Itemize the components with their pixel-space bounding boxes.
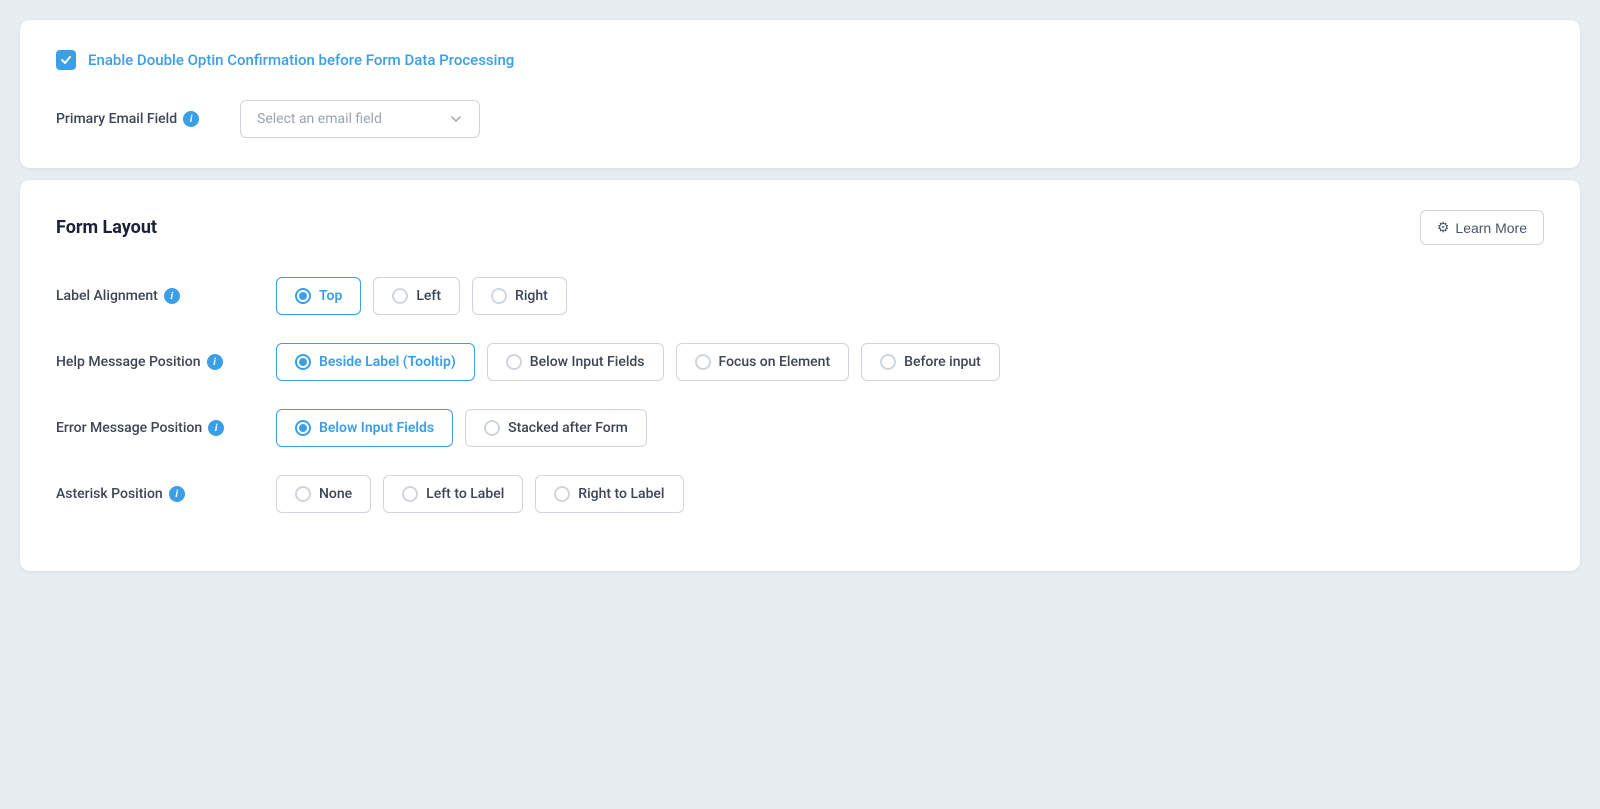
help-message-info-icon[interactable]: i <box>207 354 223 370</box>
radio-stacked-circle <box>484 420 500 436</box>
help-msg-beside-label[interactable]: Beside Label (Tooltip) <box>276 343 475 381</box>
double-optin-checkbox[interactable] <box>56 50 76 70</box>
chevron-down-icon <box>449 112 463 126</box>
radio-right-circle <box>491 288 507 304</box>
label-alignment-right[interactable]: Right <box>472 277 567 315</box>
error-message-options: Below Input Fields Stacked after Form <box>276 409 647 447</box>
help-message-options: Beside Label (Tooltip) Below Input Field… <box>276 343 1000 381</box>
radio-below-input-circle <box>506 354 522 370</box>
help-message-label: Help Message Position i <box>56 354 256 370</box>
primary-email-row: Primary Email Field i Select an email fi… <box>56 100 1544 138</box>
learn-more-button[interactable]: ⚙ Learn More <box>1420 210 1544 245</box>
radio-focus-circle <box>695 354 711 370</box>
form-layout-card: Form Layout ⚙ Learn More Label Alignment… <box>20 180 1580 571</box>
primary-email-label: Primary Email Field i <box>56 111 216 127</box>
asterisk-left-to-label[interactable]: Left to Label <box>383 475 523 513</box>
radio-none-circle <box>295 486 311 502</box>
error-message-info-icon[interactable]: i <box>208 420 224 436</box>
email-field-select[interactable]: Select an email field <box>240 100 480 138</box>
asterisk-none[interactable]: None <box>276 475 371 513</box>
label-alignment-top[interactable]: Top <box>276 277 361 315</box>
asterisk-right-to-label[interactable]: Right to Label <box>535 475 683 513</box>
radio-beside-circle <box>295 354 311 370</box>
double-optin-row: Enable Double Optin Confirmation before … <box>56 50 1544 70</box>
help-msg-below-input[interactable]: Below Input Fields <box>487 343 664 381</box>
asterisk-info-icon[interactable]: i <box>169 486 185 502</box>
asterisk-position-label: Asterisk Position i <box>56 486 256 502</box>
error-msg-below-input[interactable]: Below Input Fields <box>276 409 453 447</box>
radio-error-below-circle <box>295 420 311 436</box>
radio-left-circle <box>392 288 408 304</box>
radio-before-input-circle <box>880 354 896 370</box>
label-alignment-label: Label Alignment i <box>56 288 256 304</box>
form-layout-title: Form Layout <box>56 217 157 238</box>
error-message-position-row: Error Message Position i Below Input Fie… <box>56 409 1544 447</box>
label-alignment-info-icon[interactable]: i <box>164 288 180 304</box>
form-layout-header: Form Layout ⚙ Learn More <box>56 210 1544 245</box>
radio-right-label-circle <box>554 486 570 502</box>
asterisk-position-options: None Left to Label Right to Label <box>276 475 684 513</box>
double-optin-label: Enable Double Optin Confirmation before … <box>88 51 514 69</box>
radio-top-circle <box>295 288 311 304</box>
label-alignment-options: Top Left Right <box>276 277 567 315</box>
help-msg-before-input[interactable]: Before input <box>861 343 1000 381</box>
help-message-position-row: Help Message Position i Beside Label (To… <box>56 343 1544 381</box>
primary-email-info-icon[interactable]: i <box>183 111 199 127</box>
gear-icon: ⚙ <box>1437 219 1450 236</box>
label-alignment-left[interactable]: Left <box>373 277 460 315</box>
radio-left-label-circle <box>402 486 418 502</box>
double-optin-card: Enable Double Optin Confirmation before … <box>20 20 1580 168</box>
asterisk-position-row: Asterisk Position i None Left to Label R… <box>56 475 1544 513</box>
error-message-label: Error Message Position i <box>56 420 256 436</box>
label-alignment-row: Label Alignment i Top Left Right <box>56 277 1544 315</box>
error-msg-stacked[interactable]: Stacked after Form <box>465 409 647 447</box>
help-msg-focus-on-element[interactable]: Focus on Element <box>676 343 850 381</box>
